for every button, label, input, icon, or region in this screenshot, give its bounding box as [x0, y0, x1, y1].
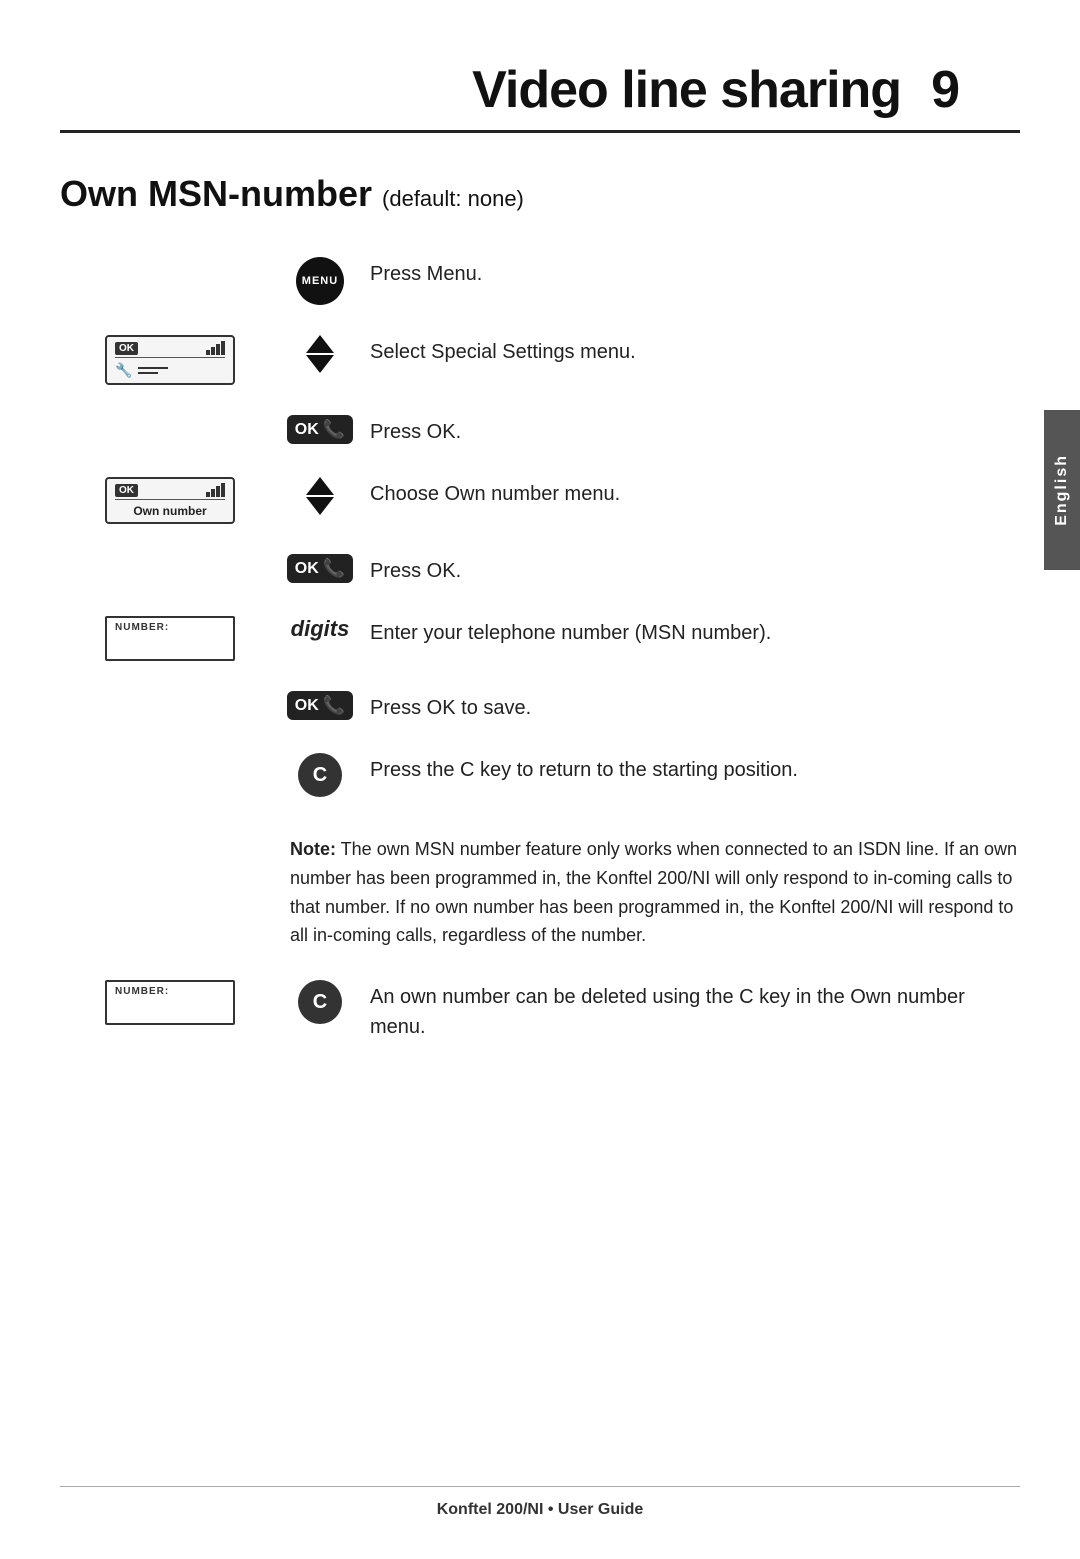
step-mid-8: C: [280, 751, 360, 797]
step-mid-2: [280, 333, 360, 373]
step-instruction-6: Enter your telephone number (MSN number)…: [360, 614, 1020, 648]
arrow-keys-icon-2: [306, 477, 334, 515]
own-number-display: OK Own number: [105, 477, 235, 524]
note-text: The own MSN number feature only works wh…: [290, 839, 1017, 945]
step-mid-3: OK 📞: [280, 413, 360, 444]
step-left-3: [60, 413, 280, 415]
step-row: MENU Press Menu.: [60, 255, 1020, 305]
number-input-box: NUMBER:: [105, 616, 235, 661]
step-left-5: [60, 552, 280, 554]
note-bold: Note:: [290, 839, 336, 859]
digits-icon: digits: [291, 616, 350, 642]
sidebar-english: English: [1044, 410, 1080, 570]
ok-button-icon-2: OK 📞: [287, 554, 353, 583]
main-content: Own MSN-number (default: none) MENU Pres…: [60, 173, 1020, 1042]
section-heading: Own MSN-number (default: none): [60, 173, 1020, 215]
device-display-1: OK 🔧: [105, 335, 235, 385]
section-title: Own MSN-number: [60, 173, 372, 214]
step-mid-4: [280, 475, 360, 515]
step-instruction-4: Choose Own number menu.: [360, 475, 1020, 509]
menu-button-icon: MENU: [296, 257, 344, 305]
step-mid-6: digits: [280, 614, 360, 642]
step-left-6: NUMBER:: [60, 614, 280, 661]
step-row: C Press the C key to return to the start…: [60, 751, 1020, 797]
c-button-icon: C: [298, 753, 342, 797]
number-input-box-2: NUMBER:: [105, 980, 235, 1025]
footer-text: Konftel 200/NI • User Guide: [437, 1501, 644, 1518]
note-section: Note: The own MSN number feature only wo…: [280, 835, 1020, 950]
step-left-1: [60, 255, 280, 257]
step-left-7: [60, 689, 280, 691]
step-row-bottom: NUMBER: C An own number can be deleted u…: [60, 978, 1020, 1042]
step-left-8: [60, 751, 280, 753]
step-mid-bottom: C: [280, 978, 360, 1024]
step-instruction-bottom: An own number can be deleted using the C…: [360, 978, 1020, 1042]
step-row: OK 📞 Press OK.: [60, 413, 1020, 447]
page-title: Video line sharing: [472, 60, 901, 120]
section-default: (default: none): [382, 186, 524, 211]
arrow-down-icon: [306, 355, 334, 373]
page-header: Video line sharing 9: [60, 30, 1020, 133]
step-instruction-3: Press OK.: [360, 413, 1020, 447]
number-label-2: NUMBER:: [115, 986, 225, 997]
step-mid-5: OK 📞: [280, 552, 360, 583]
arrow-up-icon-2: [306, 477, 334, 495]
step-left-4: OK Own number: [60, 475, 280, 524]
step-row: NUMBER: digits Enter your telephone numb…: [60, 614, 1020, 661]
arrow-down-icon-2: [306, 497, 334, 515]
step-mid-7: OK 📞: [280, 689, 360, 720]
ok-button-icon-3: OK 📞: [287, 691, 353, 720]
step-left-bottom: NUMBER:: [60, 978, 280, 1025]
step-left-2: OK 🔧: [60, 333, 280, 385]
step-row: OK 📞 Press OK.: [60, 552, 1020, 586]
arrow-up-icon: [306, 335, 334, 353]
step-row: OK 📞 Press OK to save.: [60, 689, 1020, 723]
steps-container: MENU Press Menu. OK: [60, 255, 1020, 825]
step-instruction-8: Press the C key to return to the startin…: [360, 751, 1020, 785]
step-instruction-1: Press Menu.: [360, 255, 1020, 289]
sidebar-label: English: [1053, 454, 1071, 526]
arrow-keys-icon: [306, 335, 334, 373]
number-label: NUMBER:: [115, 622, 225, 633]
c-button-icon-2: C: [298, 980, 342, 1024]
step-mid-1: MENU: [280, 255, 360, 305]
footer: Konftel 200/NI • User Guide: [60, 1486, 1020, 1519]
step-row: OK 🔧: [60, 333, 1020, 385]
step-instruction-7: Press OK to save.: [360, 689, 1020, 723]
page-number: 9: [931, 60, 960, 120]
own-number-label: Own number: [115, 504, 225, 518]
ok-button-icon: OK 📞: [287, 415, 353, 444]
step-instruction-5: Press OK.: [360, 552, 1020, 586]
step-row: OK Own number Cho: [60, 475, 1020, 524]
step-instruction-2: Select Special Settings menu.: [360, 333, 1020, 367]
